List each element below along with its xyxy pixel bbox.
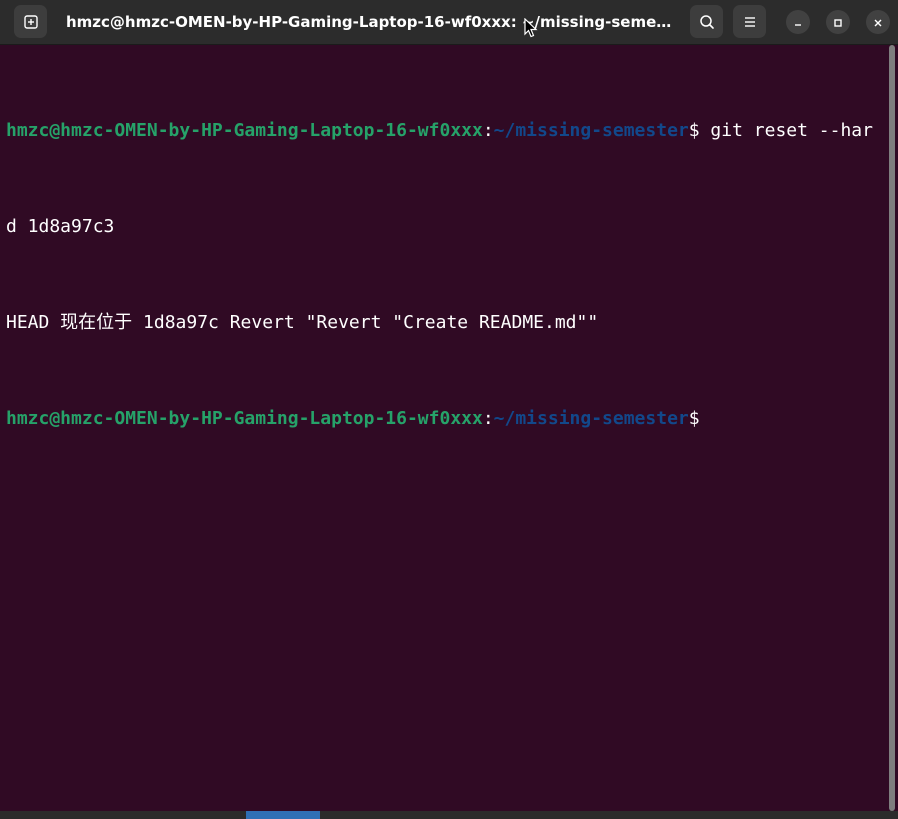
terminal-output[interactable]: hmzc@hmzc-OMEN-by-HP-Gaming-Laptop-16-wf… bbox=[0, 45, 888, 813]
prompt-user-host: hmzc@hmzc-OMEN-by-HP-Gaming-Laptop-16-wf… bbox=[6, 408, 483, 429]
search-button[interactable] bbox=[690, 5, 723, 38]
hamburger-menu-icon bbox=[743, 16, 757, 28]
prompt-dollar: $ bbox=[688, 408, 700, 429]
search-icon bbox=[699, 14, 715, 30]
window-title: hmzc@hmzc-OMEN-by-HP-Gaming-Laptop-16-wf… bbox=[66, 13, 672, 31]
prompt-path: ~/missing-semester bbox=[493, 120, 689, 141]
prompt-colon: : bbox=[482, 120, 494, 141]
prompt-path: ~/missing-semester bbox=[493, 408, 689, 429]
output-line: HEAD 现在位于 1d8a97c Revert "Revert "Create… bbox=[6, 312, 599, 333]
command-text: git reset --har bbox=[699, 120, 873, 141]
output-line: d 1d8a97c3 bbox=[6, 216, 115, 237]
new-tab-icon bbox=[23, 14, 38, 29]
close-icon bbox=[873, 13, 883, 32]
prompt-line: hmzc@hmzc-OMEN-by-HP-Gaming-Laptop-16-wf… bbox=[6, 403, 888, 435]
mouse-pointer-icon bbox=[524, 17, 538, 38]
prompt-colon: : bbox=[482, 408, 494, 429]
background-taskbar-edge bbox=[0, 811, 898, 819]
terminal-window: hmzc@hmzc-OMEN-by-HP-Gaming-Laptop-16-wf… bbox=[0, 0, 898, 819]
prompt-line: hmzc@hmzc-OMEN-by-HP-Gaming-Laptop-16-wf… bbox=[6, 115, 888, 147]
maximize-button[interactable] bbox=[826, 10, 850, 34]
title-bar[interactable]: hmzc@hmzc-OMEN-by-HP-Gaming-Laptop-16-wf… bbox=[0, 0, 898, 45]
background-badge bbox=[246, 811, 320, 819]
menu-button[interactable] bbox=[733, 5, 766, 38]
prompt-dollar: $ bbox=[688, 120, 700, 141]
new-tab-button[interactable] bbox=[14, 5, 47, 38]
close-button[interactable] bbox=[866, 10, 890, 34]
scrollbar[interactable] bbox=[889, 45, 895, 811]
prompt-user-host: hmzc@hmzc-OMEN-by-HP-Gaming-Laptop-16-wf… bbox=[6, 120, 483, 141]
minimize-icon bbox=[793, 13, 803, 32]
maximize-icon bbox=[833, 13, 843, 32]
minimize-button[interactable] bbox=[786, 10, 810, 34]
